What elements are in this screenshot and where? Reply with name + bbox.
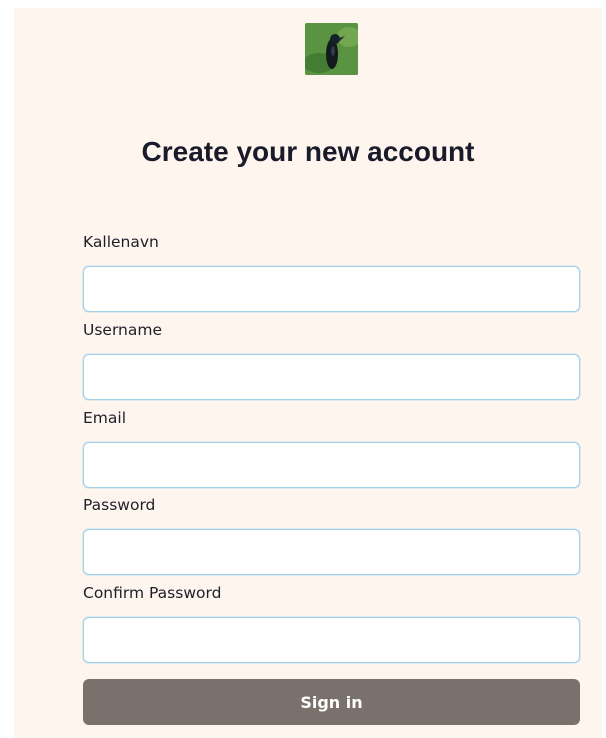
confirm-password-label: Confirm Password bbox=[83, 584, 222, 602]
nickname-input[interactable] bbox=[83, 266, 580, 312]
nickname-label: Kallenavn bbox=[83, 233, 159, 251]
confirm-password-input[interactable] bbox=[83, 617, 580, 663]
page-title: Create your new account bbox=[141, 136, 475, 167]
username-input[interactable] bbox=[83, 354, 580, 400]
password-input[interactable] bbox=[83, 529, 580, 575]
email-label: Email bbox=[83, 409, 127, 427]
password-label: Password bbox=[83, 496, 156, 514]
sign-in-button[interactable]: Sign in bbox=[83, 679, 580, 725]
email-input[interactable] bbox=[83, 442, 580, 488]
username-label: Username bbox=[83, 321, 163, 339]
signup-panel: Create your new account Kallenavn Userna… bbox=[14, 8, 602, 738]
bird-photo-icon bbox=[305, 23, 358, 75]
